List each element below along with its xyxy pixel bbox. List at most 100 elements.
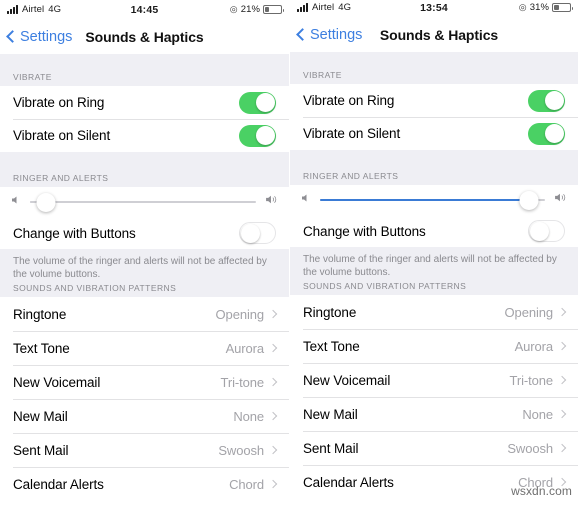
row-sent-mail[interactable]: Sent Mail Swoosh: [0, 433, 289, 467]
battery-percent-label: 31%: [529, 2, 550, 13]
row-ringer-volume[interactable]: [290, 185, 578, 215]
row-label: Vibrate on Silent: [303, 126, 401, 141]
back-to-settings-button[interactable]: Settings: [296, 26, 363, 43]
section-header-sounds-and-vibration-patterns: SOUNDS AND VIBRATION PATTERNS: [290, 279, 578, 295]
navigation-bar: Settings Sounds & Haptics: [290, 17, 578, 52]
row-vibrate-on-silent[interactable]: Vibrate on Silent: [290, 117, 578, 150]
chevron-right-icon: [557, 307, 567, 317]
row-value: Opening: [215, 306, 265, 322]
row-ringtone[interactable]: Ringtone Opening: [290, 295, 578, 329]
row-vibrate-on-ring[interactable]: Vibrate on Ring: [0, 86, 289, 119]
row-value: Chord: [518, 474, 553, 490]
slider-thumb[interactable]: [36, 192, 56, 212]
phone-screen-left: Airtel 4G 14:45 ◎ 21% Settings Sounds & …: [0, 0, 289, 512]
speaker-low-icon: [300, 191, 312, 209]
clock-label: 14:45: [130, 3, 159, 16]
row-sent-mail[interactable]: Sent Mail Swoosh: [290, 431, 578, 465]
row-change-with-buttons[interactable]: Change with Buttons: [0, 217, 289, 249]
row-value: Swoosh: [507, 440, 553, 456]
row-value: Aurora: [514, 338, 554, 354]
section-header-ringer-and-alerts: RINGER AND ALERTS: [0, 171, 289, 187]
row-label: New Voicemail: [13, 374, 101, 390]
row-vibrate-on-silent[interactable]: Vibrate on Silent: [0, 119, 289, 152]
row-value: Opening: [504, 304, 554, 320]
row-label: Vibrate on Ring: [13, 95, 105, 110]
toggle-change-with-buttons[interactable]: [528, 220, 565, 242]
row-value: Tri-tone: [509, 372, 553, 388]
row-new-voicemail[interactable]: New Voicemail Tri-tone: [290, 363, 578, 397]
speaker-low-icon: [10, 193, 22, 211]
group-gap: [290, 150, 578, 169]
chevron-left-icon: [296, 28, 309, 41]
back-button-label: Settings: [310, 26, 363, 43]
row-label: Vibrate on Ring: [303, 93, 395, 108]
footnote-ringer: The volume of the ringer and alerts will…: [290, 247, 578, 279]
chevron-right-icon: [557, 409, 567, 419]
row-label: Change with Buttons: [303, 223, 426, 239]
chevron-left-icon: [6, 30, 19, 43]
slider-thumb[interactable]: [519, 190, 539, 210]
row-ringtone[interactable]: Ringtone Opening: [0, 297, 289, 331]
row-value: None: [233, 408, 264, 424]
battery-percent-label: 21%: [240, 4, 261, 15]
footnote-ringer: The volume of the ringer and alerts will…: [0, 249, 289, 281]
row-label: Text Tone: [13, 340, 70, 356]
location-arrow-icon: ◎: [229, 4, 238, 14]
toggle-knob: [240, 223, 260, 243]
section-header-vibrate: VIBRATE: [0, 69, 289, 86]
chevron-right-icon: [268, 479, 278, 489]
row-label: New Mail: [303, 406, 358, 422]
chevron-right-icon: [268, 343, 278, 353]
navigation-bar: Settings Sounds & Haptics: [0, 19, 289, 54]
status-bar: Airtel 4G 14:45 ◎ 21%: [0, 0, 289, 19]
battery-icon: [263, 5, 285, 14]
toggle-vibrate-on-silent[interactable]: [528, 122, 565, 145]
toggle-vibrate-on-ring[interactable]: [239, 91, 276, 114]
speaker-high-icon: [553, 191, 568, 209]
row-label: Calendar Alerts: [303, 474, 394, 490]
chevron-right-icon: [557, 375, 567, 385]
toggle-vibrate-on-ring[interactable]: [528, 89, 565, 112]
row-calendar-alerts[interactable]: Calendar Alerts Chord: [0, 467, 289, 501]
section-header-vibrate: VIBRATE: [290, 67, 578, 84]
dual-screenshot-stage: Airtel 4G 14:45 ◎ 21% Settings Sounds & …: [0, 0, 578, 512]
row-ringer-volume[interactable]: [0, 187, 289, 217]
slider-fill: [320, 199, 530, 201]
back-button-label: Settings: [20, 28, 73, 45]
row-change-with-buttons[interactable]: Change with Buttons: [290, 215, 578, 247]
row-label: Ringtone: [303, 304, 357, 320]
slider-track: [30, 201, 256, 203]
battery-icon: [552, 3, 574, 12]
row-value: Tri-tone: [220, 374, 264, 390]
row-new-voicemail[interactable]: New Voicemail Tri-tone: [0, 365, 289, 399]
group-gap: [0, 152, 289, 171]
toggle-vibrate-on-silent[interactable]: [239, 124, 276, 147]
row-new-mail[interactable]: New Mail None: [0, 399, 289, 433]
network-type-label: 4G: [338, 2, 352, 13]
back-to-settings-button[interactable]: Settings: [6, 28, 73, 45]
toggle-change-with-buttons[interactable]: [239, 222, 276, 244]
clock-label: 13:54: [420, 1, 448, 14]
row-label: Ringtone: [13, 306, 67, 322]
row-label: Change with Buttons: [13, 225, 136, 241]
row-value: Aurora: [225, 340, 265, 356]
row-new-mail[interactable]: New Mail None: [290, 397, 578, 431]
row-label: Sent Mail: [13, 442, 69, 458]
speaker-high-icon: [264, 193, 279, 211]
phone-screen-right: Airtel 4G 13:54 ◎ 31% Settings Sounds & …: [289, 0, 578, 512]
toggle-knob: [544, 91, 564, 110]
section-header-sounds-and-vibration-patterns: SOUNDS AND VIBRATION PATTERNS: [0, 281, 289, 297]
chevron-right-icon: [268, 377, 278, 387]
row-text-tone[interactable]: Text Tone Aurora: [290, 329, 578, 363]
row-calendar-alerts[interactable]: Calendar Alerts Chord: [290, 465, 578, 499]
volume-slider[interactable]: [30, 190, 256, 214]
chevron-right-icon: [557, 443, 567, 453]
signal-bars-icon: [7, 5, 18, 14]
row-label: New Mail: [13, 408, 68, 424]
row-text-tone[interactable]: Text Tone Aurora: [0, 331, 289, 365]
volume-slider[interactable]: [320, 188, 545, 212]
row-label: Calendar Alerts: [13, 476, 104, 492]
location-arrow-icon: ◎: [518, 2, 527, 12]
row-vibrate-on-ring[interactable]: Vibrate on Ring: [290, 84, 578, 117]
row-value: None: [522, 406, 553, 422]
